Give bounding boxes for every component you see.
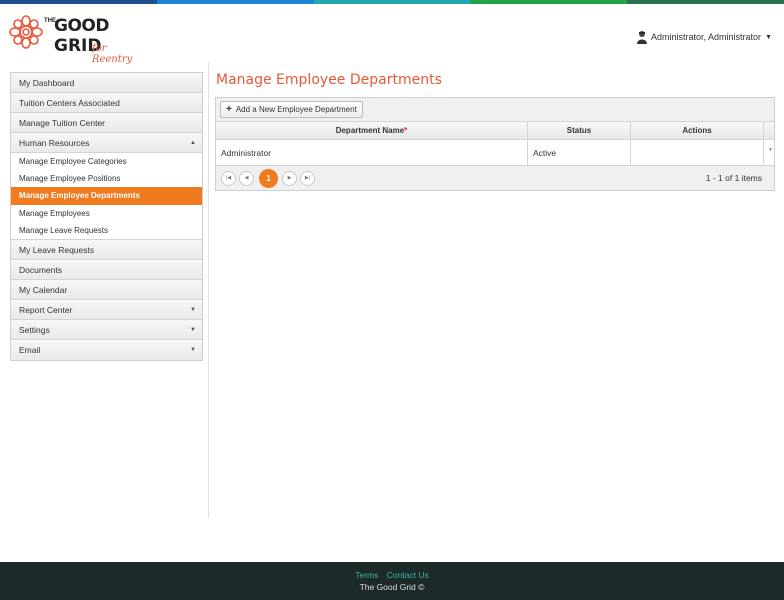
vertical-scrollbar[interactable]: ▼: [764, 140, 774, 165]
caret-down-icon: ▼: [765, 33, 772, 41]
sidebar-nav: My Dashboard Tuition Centers Associated …: [10, 72, 203, 361]
sidebar-divider: [208, 62, 209, 518]
logo-good: GOOD: [54, 16, 109, 36]
sidebar-item-my-calendar[interactable]: My Calendar: [11, 279, 202, 300]
user-avatar-icon: [637, 31, 648, 44]
sidebar-item-report-center[interactable]: Report Center ▼: [11, 299, 202, 320]
add-department-label: Add a New Employee Department: [235, 105, 357, 114]
column-header-department-name[interactable]: Department Name*: [216, 122, 528, 139]
footer-terms-link[interactable]: Terms: [355, 570, 378, 580]
logo-tagline: for Reentry: [92, 43, 133, 65]
logo-mark-icon: [9, 15, 43, 49]
caret-up-icon: ▲: [190, 140, 196, 146]
departments-grid: + Add a New Employee Department Departme…: [215, 97, 775, 191]
sidebar-item-human-resources[interactable]: Human Resources ▲: [11, 133, 202, 153]
cell-department-name: Administrator: [216, 140, 528, 165]
first-page-icon[interactable]: |◀: [221, 171, 236, 186]
app-footer: Terms Contact Us The Good Grid ©: [0, 562, 784, 600]
column-header-label: Department Name: [335, 126, 405, 135]
prev-page-icon[interactable]: ◀: [239, 171, 254, 186]
sidebar-item-documents[interactable]: Documents: [11, 259, 202, 280]
sidebar-item-label: Email: [19, 344, 41, 355]
column-header-actions: Actions: [631, 122, 764, 139]
sidebar-item-my-leave-requests[interactable]: My Leave Requests: [11, 239, 202, 260]
sidebar-item-label: My Calendar: [19, 284, 68, 295]
logo-the: THE: [44, 18, 56, 24]
caret-down-icon: ▼: [190, 306, 196, 313]
column-header-status[interactable]: Status: [528, 122, 631, 139]
sidebar-item-label: My Leave Requests: [19, 244, 95, 255]
page-title: Manage Employee Departments: [216, 72, 442, 88]
plus-icon: +: [226, 104, 232, 115]
grid-pager: |◀ ◀ 1 ▶ ▶| 1 - 1 of 1 items: [216, 166, 774, 190]
sidebar-item-label: Tuition Centers Associated: [19, 98, 120, 108]
page-number-button[interactable]: 1: [259, 169, 278, 188]
table-row[interactable]: Administrator Active ▼: [216, 140, 774, 166]
sidebar-item-label: Human Resources: [19, 138, 90, 148]
sidebar-item-label: My Dashboard: [19, 78, 75, 88]
footer-links: Terms Contact Us: [0, 562, 784, 580]
sidebar-item-dashboard[interactable]: My Dashboard: [11, 73, 202, 93]
sidebar-subitem-employee-positions[interactable]: Manage Employee Positions: [11, 170, 202, 188]
sidebar-subitem-employee-categories[interactable]: Manage Employee Categories: [11, 153, 202, 171]
sidebar-submenu-human-resources: Manage Employee Categories Manage Employ…: [11, 153, 202, 240]
caret-down-icon: ▼: [190, 346, 196, 353]
sidebar-item-label: Documents: [19, 264, 62, 275]
sidebar-item-email[interactable]: Email ▼: [11, 339, 202, 360]
user-name: Administrator, Administrator: [651, 32, 762, 42]
sidebar-subitem-employee-departments[interactable]: Manage Employee Departments: [11, 187, 202, 205]
caret-down-icon: ▼: [190, 326, 196, 333]
scroll-down-icon[interactable]: ▼: [768, 137, 773, 163]
sidebar-item-settings[interactable]: Settings ▼: [11, 319, 202, 340]
footer-contact-link[interactable]: Contact Us: [387, 570, 429, 580]
footer-copyright: The Good Grid ©: [359, 582, 425, 592]
cell-actions: [631, 140, 764, 165]
user-menu[interactable]: Administrator, Administrator ▼: [637, 30, 772, 44]
brand-logo[interactable]: THE GOOD GRID for Reentry: [8, 10, 148, 65]
cell-status: Active: [528, 140, 631, 165]
sidebar-item-tuition-centers-associated[interactable]: Tuition Centers Associated: [11, 93, 202, 113]
sidebar-item-label: Report Center: [19, 304, 73, 315]
next-page-icon[interactable]: ▶: [282, 171, 297, 186]
required-mark: *: [404, 126, 408, 135]
sidebar-subitem-employees[interactable]: Manage Employees: [11, 204, 202, 222]
add-department-button[interactable]: + Add a New Employee Department: [220, 101, 363, 118]
pager-info: 1 - 1 of 1 items: [705, 173, 762, 183]
last-page-icon[interactable]: ▶|: [300, 171, 315, 186]
sidebar-item-label: Settings: [19, 324, 50, 335]
sidebar-subitem-leave-requests[interactable]: Manage Leave Requests: [11, 221, 202, 239]
grid-header: Department Name* Status Actions: [216, 122, 774, 140]
app-header: THE GOOD GRID for Reentry Administrator,…: [0, 4, 784, 65]
sidebar-item-label: Manage Tuition Center: [19, 118, 105, 128]
grid-toolbar: + Add a New Employee Department: [216, 98, 774, 122]
sidebar-item-manage-tuition-center[interactable]: Manage Tuition Center: [11, 113, 202, 133]
